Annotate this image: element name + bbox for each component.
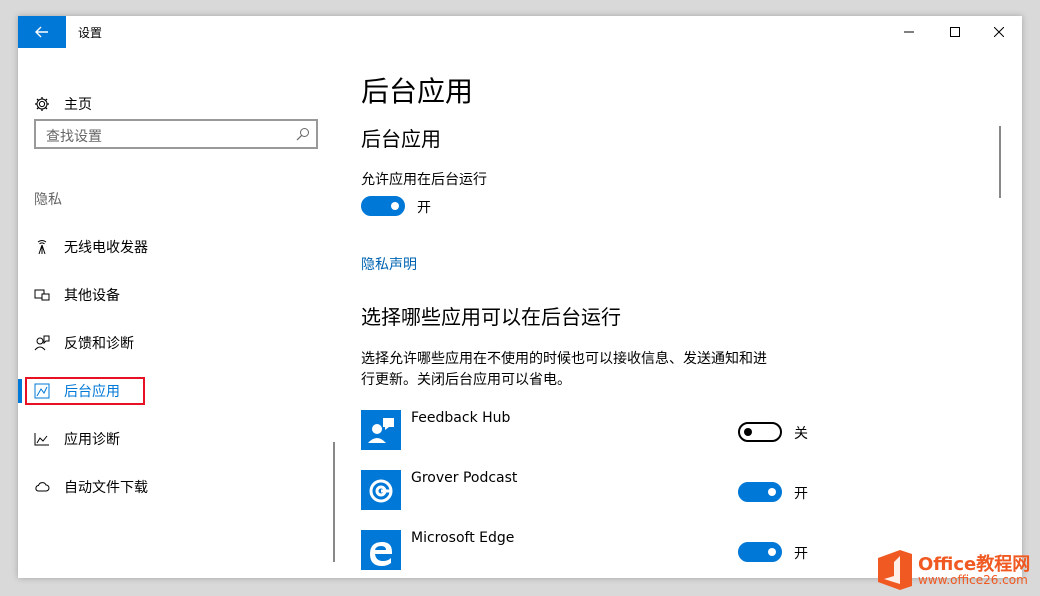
sidebar-item-label: 反馈和诊断	[64, 336, 134, 352]
cloud-icon	[34, 479, 50, 495]
grover-podcast-toggle[interactable]	[738, 482, 782, 502]
allow-background-label: 允许应用在后台运行	[361, 172, 487, 188]
back-arrow-icon	[35, 26, 48, 38]
sidebar-item-app-diagnostics[interactable]: 应用诊断	[34, 427, 120, 451]
description-line-1: 选择允许哪些应用在不使用的时候也可以接收信息、发送通知和进	[361, 351, 767, 367]
search-icon[interactable]	[296, 127, 310, 141]
sidebar-item-label: 其他设备	[64, 288, 120, 304]
minimize-icon	[904, 31, 914, 33]
title-bar: 设置	[18, 16, 1022, 48]
sidebar-scrollbar[interactable]	[333, 442, 335, 562]
grover-podcast-state: 开	[794, 486, 808, 502]
sidebar-item-label: 应用诊断	[64, 432, 120, 448]
feedback-hub-app-icon	[361, 410, 401, 450]
feedback-hub-state: 关	[794, 426, 808, 442]
sidebar-item-other-devices[interactable]: 其他设备	[34, 283, 120, 307]
devices-icon	[34, 287, 50, 303]
radio-tower-icon	[34, 239, 50, 255]
minimize-button[interactable]	[886, 16, 932, 48]
sidebar: 主页 查找设置 隐私 无线电收发器 其他设备 反馈和诊断 后台应用 应用诊断 自…	[18, 48, 338, 578]
sidebar-item-background-apps[interactable]: 后台应用	[34, 379, 120, 403]
sidebar-item-radios[interactable]: 无线电收发器	[34, 235, 148, 259]
sidebar-item-label: 无线电收发器	[64, 240, 148, 256]
app-name: Feedback Hub	[411, 410, 511, 426]
privacy-group-label: 隐私	[34, 192, 62, 208]
app-name: Microsoft Edge	[411, 530, 515, 546]
close-icon	[994, 27, 1004, 37]
search-input[interactable]: 查找设置	[34, 119, 318, 149]
back-button[interactable]	[18, 16, 66, 48]
feedback-hub-toggle[interactable]	[738, 422, 782, 442]
page-title: 后台应用	[361, 75, 474, 108]
maximize-icon	[950, 27, 960, 37]
sidebar-item-label: 后台应用	[64, 384, 120, 400]
toggle-knob	[768, 548, 776, 556]
office-logo-icon	[878, 550, 912, 590]
microsoft-edge-toggle[interactable]	[738, 542, 782, 562]
allow-background-toggle[interactable]	[361, 196, 405, 216]
microsoft-edge-app-icon	[361, 530, 401, 570]
main-content: 后台应用 后台应用 允许应用在后台运行 开 隐私声明 选择哪些应用可以在后台运行…	[361, 48, 1001, 578]
background-apps-icon	[34, 383, 50, 399]
section-title-choose-apps: 选择哪些应用可以在后台运行	[361, 305, 621, 329]
feedback-icon	[34, 335, 50, 351]
sidebar-item-auto-download[interactable]: 自动文件下载	[34, 475, 148, 499]
home-label: 主页	[64, 97, 92, 113]
toggle-knob	[768, 488, 776, 496]
settings-window: 设置 主页 查找设置 隐私 无线电收发器 其他设备 反馈和诊断 后台应用 应用诊…	[18, 16, 1022, 578]
app-name: Grover Podcast	[411, 470, 518, 486]
gear-icon	[35, 97, 49, 111]
selected-indicator	[18, 379, 22, 403]
watermark-url: www.office26.com	[918, 573, 1028, 587]
sidebar-item-feedback[interactable]: 反馈和诊断	[34, 331, 134, 355]
section-title-background-apps: 后台应用	[361, 127, 441, 151]
home-nav-item[interactable]: 主页	[34, 94, 92, 114]
privacy-statement-link[interactable]: 隐私声明	[361, 254, 417, 274]
microsoft-edge-state: 开	[794, 546, 808, 562]
window-title: 设置	[78, 26, 103, 40]
grover-podcast-app-icon	[361, 470, 401, 510]
sidebar-item-label: 自动文件下载	[64, 480, 148, 496]
close-button[interactable]	[976, 16, 1022, 48]
main-scrollbar[interactable]	[999, 126, 1001, 198]
maximize-button[interactable]	[932, 16, 978, 48]
allow-background-state: 开	[417, 200, 431, 216]
toggle-knob	[744, 428, 752, 436]
watermark: Office教程网 www.office26.com	[876, 548, 1036, 592]
description-line-2: 行更新。关闭后台应用可以省电。	[361, 372, 571, 388]
search-placeholder: 查找设置	[46, 129, 102, 145]
toggle-knob	[391, 202, 399, 210]
app-diagnostics-icon	[34, 431, 50, 447]
